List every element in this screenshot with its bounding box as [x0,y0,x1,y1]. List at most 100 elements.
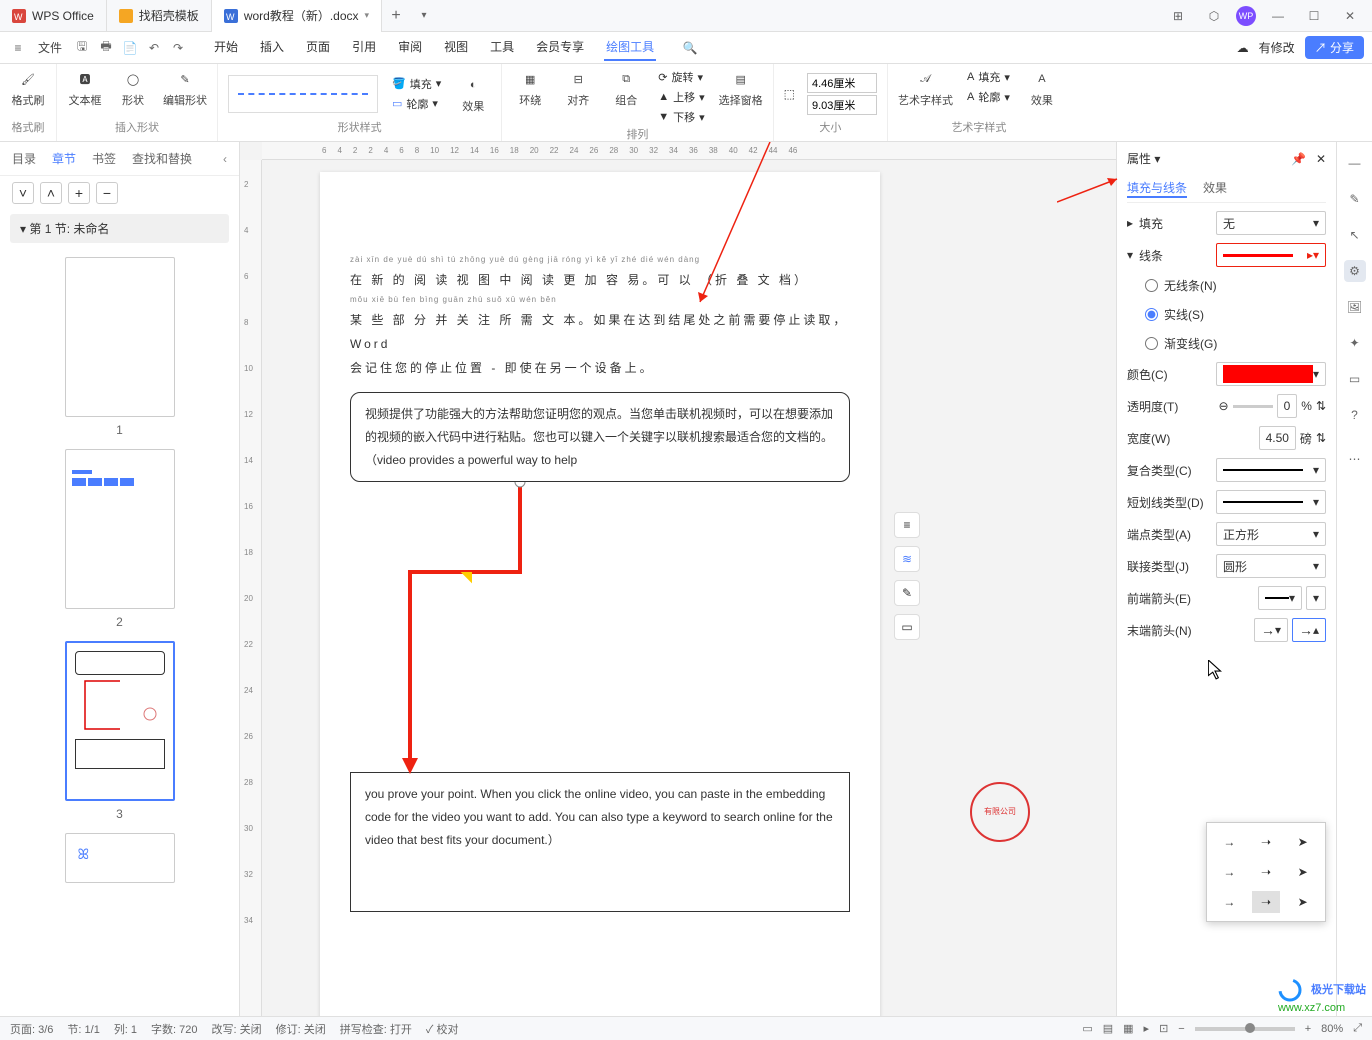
wrap-button[interactable]: ▦环绕 [512,68,548,108]
float-style-button[interactable]: ✎ [894,580,920,606]
page-icon[interactable]: ▭ [1344,368,1366,390]
text-box-1[interactable]: 视频提供了功能强大的方法帮助您证明您的观点。当您单击联机视频时，可以在想要添加的… [350,392,850,482]
image-icon[interactable]: 🖼 [1344,296,1366,318]
status-spell[interactable]: 拼写检查: 打开 [340,1021,412,1037]
close-button[interactable]: ✕ [1336,2,1364,30]
move-down-button[interactable]: ▼下移▾ [656,108,706,126]
style-gallery[interactable] [228,75,378,113]
effects-button[interactable]: ◐效果 [455,74,491,114]
tab-reference[interactable]: 引用 [350,34,378,61]
arrow-option[interactable]: → [1215,891,1244,913]
arrow-begin-size[interactable]: ▾ [1306,586,1326,610]
radio-gradient-line[interactable]: 渐变线(G) [1127,333,1326,354]
arrow-option[interactable]: → [1215,831,1244,853]
pin-icon[interactable]: 📌 [1291,152,1306,166]
arrow-option[interactable]: ➝ [1252,831,1281,853]
move-up-button[interactable]: ▲上移▾ [656,88,706,106]
fill-section-toggle[interactable]: ▸ 填充 [1127,215,1163,232]
tab-review[interactable]: 审阅 [396,34,424,61]
fill-dropdown[interactable]: 🪣填充▾ [390,75,443,93]
expand-button[interactable]: ˄ [40,182,62,204]
fit-icon[interactable]: ⤢ [1353,1022,1362,1035]
align-button[interactable]: ⊟对齐 [560,68,596,108]
horizontal-ruler[interactable]: 6422468101214161820222426283032343638404… [262,142,1116,160]
arrow-end-type[interactable]: →▾ [1254,618,1288,642]
arrow-option[interactable]: ➤ [1288,891,1317,913]
undo-icon[interactable]: ↶ [144,38,164,58]
radio-no-line[interactable]: 无线条(N) [1127,275,1326,296]
status-column[interactable]: 列: 1 [114,1021,137,1037]
opacity-input[interactable]: 0 [1277,394,1298,418]
wa-outline-button[interactable]: A轮廓▾ [965,88,1012,106]
tab-page[interactable]: 页面 [304,34,332,61]
search-icon[interactable]: 🔍 [680,38,700,58]
close-icon[interactable]: ✕ [1316,152,1326,166]
view-outline-icon[interactable]: ▸ [1144,1022,1150,1035]
section-item[interactable]: ▾ 第 1 节: 未命名 [10,214,229,243]
shape-button[interactable]: ◯形状 [115,68,151,108]
text-box-2[interactable]: you prove your point. When you click the… [350,772,850,912]
remove-button[interactable]: − [96,182,118,204]
nav-tab-bookmarks[interactable]: 书签 [92,150,116,167]
props-tab-fill-line[interactable]: 填充与线条 [1127,179,1187,198]
arrow-end-size[interactable]: →▴ [1292,618,1326,642]
status-page[interactable]: 页面: 3/6 [10,1021,53,1037]
join-select[interactable]: 圆形▾ [1216,554,1326,578]
float-format-button[interactable]: ≋ [894,546,920,572]
tab-menu-button[interactable]: ▾ [410,10,438,21]
arrow-option[interactable]: ➤ [1288,831,1317,853]
wordart-style-button[interactable]: 𝒜艺术字样式 [898,68,953,108]
outline-dropdown[interactable]: ▭轮廓▾ [390,95,443,113]
tab-document[interactable]: W word教程（新）.docx ▾ [212,0,382,32]
status-words[interactable]: 字数: 720 [151,1021,197,1037]
status-section[interactable]: 节: 1/1 [67,1021,99,1037]
cube-icon[interactable]: ⬡ [1200,2,1228,30]
rotate-button[interactable]: ⟳旋转▾ [656,68,706,86]
file-menu[interactable]: 文件 [32,35,68,60]
line-type-select[interactable]: ▸▾ [1216,243,1326,267]
group-button[interactable]: ⧉组合 [608,68,644,108]
nav-tab-find[interactable]: 查找和替换 [132,150,192,167]
tab-view[interactable]: 视图 [442,34,470,61]
more-icon[interactable]: ⋯ [1344,448,1366,470]
settings-strip-icon[interactable]: ⚙ [1344,260,1366,282]
minimize-button[interactable]: — [1264,2,1292,30]
tab-drawing-tools[interactable]: 绘图工具 [604,34,656,61]
float-more-button[interactable]: ▭ [894,614,920,640]
hamburger-icon[interactable]: ≡ [8,38,28,58]
width-input[interactable] [807,73,877,93]
line-width-input[interactable]: 4.50 [1259,426,1296,450]
fill-type-select[interactable]: 无▾ [1216,211,1326,235]
collapse-button[interactable]: ˅ [12,182,34,204]
preview-icon[interactable]: 📄 [120,38,140,58]
float-layout-button[interactable]: ≡ [894,512,920,538]
tab-template[interactable]: 找稻壳模板 [107,0,212,32]
document-canvas[interactable]: 6422468101214161820222426283032343638404… [240,142,1116,1016]
arrow-begin-type[interactable]: ▾ [1258,586,1302,610]
status-overwrite[interactable]: 改写: 关闭 [212,1021,262,1037]
redo-icon[interactable]: ↷ [168,38,188,58]
chevron-down-icon[interactable]: ▾ [365,10,370,21]
textbox-button[interactable]: 🅰文本框 [67,68,103,108]
zoom-level[interactable]: 80% [1321,1023,1343,1035]
view-read-icon[interactable]: ▤ [1103,1022,1113,1035]
select-pane-button[interactable]: ▤选择窗格 [719,68,763,108]
new-tab-button[interactable]: + [382,7,410,25]
compound-select[interactable]: ▾ [1216,458,1326,482]
save-icon[interactable]: 🖫 [72,38,92,58]
tool-icon[interactable]: ✦ [1344,332,1366,354]
maximize-button[interactable]: ☐ [1300,2,1328,30]
props-tab-effect[interactable]: 效果 [1203,179,1227,198]
tab-insert[interactable]: 插入 [258,34,286,61]
status-track[interactable]: 修订: 关闭 [276,1021,326,1037]
line-section-toggle[interactable]: ▾ 线条 [1127,247,1163,264]
cloud-sync-icon[interactable]: ☁ [1237,41,1249,55]
zoom-in-button[interactable]: + [1305,1023,1311,1035]
dash-select[interactable]: ▾ [1216,490,1326,514]
add-button[interactable]: + [68,182,90,204]
zoom-out-button[interactable]: − [1178,1023,1184,1035]
zoom-slider[interactable] [1195,1027,1295,1031]
thumbnail-page-1[interactable] [65,257,175,417]
minimize-strip-icon[interactable]: — [1344,152,1366,174]
arrow-option-selected[interactable]: ➝ [1252,891,1281,913]
